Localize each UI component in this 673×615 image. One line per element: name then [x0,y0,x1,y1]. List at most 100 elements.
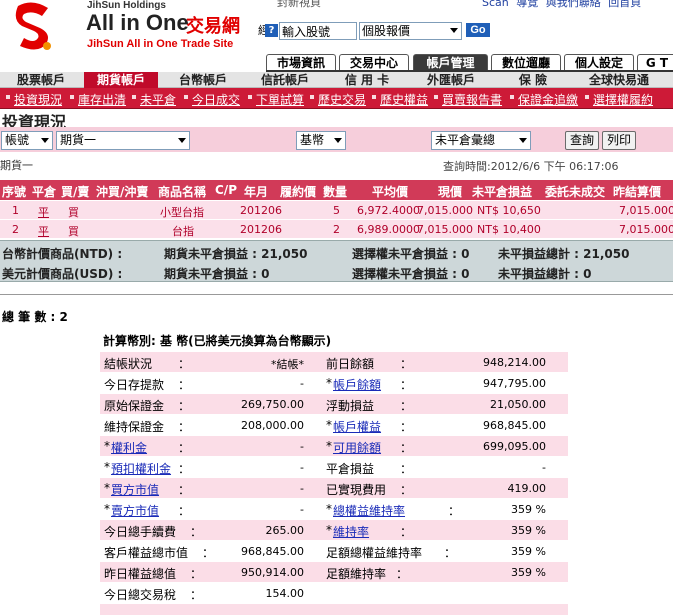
detail-row: 客戶權益總市值 ： 968,845.00 足額總權益維持率 ： 359 % [100,541,568,561]
total-count: 總 筆 數 : 2 [2,310,68,324]
asterisk: * [326,418,332,432]
row-settle: 7,015.000 [619,204,673,217]
go-button[interactable]: Go [466,23,490,37]
detail-row: * 預扣權利金 ： - 平倉損益 ： - [100,457,568,477]
row-last-price: 7,015.000 [417,204,473,217]
submenu-inventory-clear[interactable]: 庫存出清 [69,91,126,108]
tab-digital-lounge[interactable]: 數位遛廳 [491,54,561,71]
site-header: JihSun Holdings All in One 交易網 JihSun Al… [0,0,673,55]
asterisk: * [326,523,332,537]
top-link-guide[interactable]: 導覽 [514,0,540,10]
detail-row: 今日存提款 ： - * 帳戶餘額 ： 947,795.00 [100,373,568,393]
report-type-select[interactable]: 未平倉彙總 [431,131,531,150]
account-type-value: 帳號 [5,133,30,147]
withheld-premium-link[interactable]: 預扣權利金 [111,460,171,477]
row-no: 1 [12,204,19,217]
tab-gt[interactable]: G T [637,54,673,71]
detail-value: 947,795.00 [483,377,546,390]
colon: ： [178,378,191,392]
col-side: 買/賣 [61,185,90,199]
col-strike: 履約價 [280,185,317,199]
submenu-history-equity[interactable]: 歷史權益 [371,91,428,108]
account-menu: 股票帳戶 期貨帳戶 台幣帳戶 信託帳戶 信 用 卡 外匯帳戶 保 險 全球快易通 [0,72,673,88]
submenu-trade-report[interactable]: 買賣報告書 [433,91,502,108]
close-position-link[interactable]: 平 [38,204,49,220]
top-link-home[interactable]: 回首頁 [606,0,643,10]
close-position-link[interactable]: 平 [38,223,49,239]
buyer-market-value-link[interactable]: 買方市值 [111,481,159,498]
menu-insurance[interactable]: 保 險 [500,72,566,88]
jihsun-logo-icon[interactable] [10,0,55,52]
submenu-investment-status[interactable]: 投資現況 [5,91,62,108]
seller-market-value-link[interactable]: 賣方市值 [111,502,159,519]
tab-market-info[interactable]: 市場資訊 [266,54,336,71]
brand-name: All in One [86,10,189,35]
menu-trust-account[interactable]: 信託帳戶 [252,72,318,88]
colon: ： [190,525,203,539]
detail-value: 208,000.00 [241,419,304,432]
chevron-down-icon [334,138,342,143]
quote-type-select[interactable]: 個股報價 [359,22,462,40]
account-balance-link[interactable]: 帳戶餘額 [333,376,381,393]
sub-menu: 投資現況 庫存出清 未平倉 今日成交 下單試算 歷史交易 歷史權益 買賣報告書 … [0,88,673,109]
total-equity-ratio-link[interactable]: 總權益維持率 [333,502,405,519]
row-qty: 2 [333,223,340,236]
detail-row: 結帳狀況 ： *結帳* 前日餘額 ： 948,214.00 [100,352,568,372]
detail-label: 今日總交易稅 [104,588,177,602]
row-product: 小型台指 [160,206,204,219]
detail-value: 154.00 [265,587,305,600]
submenu-order-calc[interactable]: 下單試算 [247,91,304,108]
colon: ： [178,504,191,518]
help-icon[interactable]: ? [265,24,278,37]
account-type-select[interactable]: 帳號 [1,131,53,150]
account-select[interactable]: 期貨一 [56,131,190,150]
top-link-scan[interactable]: Scan [480,0,511,9]
tab-trade-center[interactable]: 交易中心 [339,54,409,71]
maintenance-ratio-link[interactable]: 維持率 [333,523,369,540]
row-side: 買 [68,225,79,238]
asterisk: * [104,481,110,495]
available-balance-link[interactable]: 可用餘額 [333,439,381,456]
tab-personal-settings[interactable]: 個人設定 [564,54,634,71]
detail-label: 足額總權益維持率 [326,546,423,560]
query-button[interactable]: 查詢 [565,131,599,150]
table-row: 2 平 買 台指 201206 2 6,989.0000 7,015.000 N… [0,220,673,239]
detail-value: 265.00 [265,524,305,537]
report-type-value: 未平倉彙總 [435,133,496,147]
row-yearmonth: 201206 [240,223,282,236]
account-equity-link[interactable]: 帳戶權益 [333,418,381,435]
tab-account-management[interactable]: 帳戶管理 [413,54,488,71]
submenu-margin-call[interactable]: 保證金追繳 [509,91,578,108]
premium-link[interactable]: 權利金 [111,439,147,456]
colon: ： [400,357,413,371]
colon: ： [202,546,215,560]
top-link-contact[interactable]: 與我們聯絡 [544,0,603,10]
colon: ： [400,441,413,455]
asterisk: * [326,502,332,516]
menu-credit-card[interactable]: 信 用 卡 [334,72,400,88]
submenu-option-exercise[interactable]: 選擇權履約 [584,91,653,108]
menu-forex-account[interactable]: 外匯帳戶 [418,72,484,88]
menu-stock-account[interactable]: 股票帳戶 [8,72,74,88]
col-no: 序號 [2,185,27,199]
query-time: 查詢時間:2012/6/6 下午 06:17:06 [443,160,619,173]
submenu-today-trades[interactable]: 今日成交 [183,91,240,108]
col-cp: C/P [215,183,237,197]
colon: ： [448,504,461,518]
detail-row: 維持保證金 ： 208,000.00 * 帳戶權益 ： 968,845.00 [100,415,568,435]
detail-value: - [542,461,546,474]
menu-futures-account[interactable]: 期貨帳戶 [84,72,158,88]
table-row: 1 平 買 小型台指 201206 5 6,972.4000 7,015.000… [0,201,673,220]
currency-select[interactable]: 基幣 [296,131,346,150]
submenu-history-trades[interactable]: 歷史交易 [309,91,366,108]
ntd-options-pnl: 選擇權未平倉損益 : 0 [352,247,470,261]
colon: ： [178,441,191,455]
print-button[interactable]: 列印 [602,131,636,150]
detail-value: - [300,461,304,474]
colon: ： [178,357,191,371]
menu-global-express[interactable]: 全球快易通 [578,72,660,88]
stock-code-input[interactable]: 輸入股號 [279,22,357,40]
usd-options-pnl: 選擇權未平倉損益 : 0 [352,267,470,281]
submenu-open-positions[interactable]: 未平倉 [131,91,176,108]
menu-twd-account[interactable]: 台幣帳戶 [170,72,236,88]
